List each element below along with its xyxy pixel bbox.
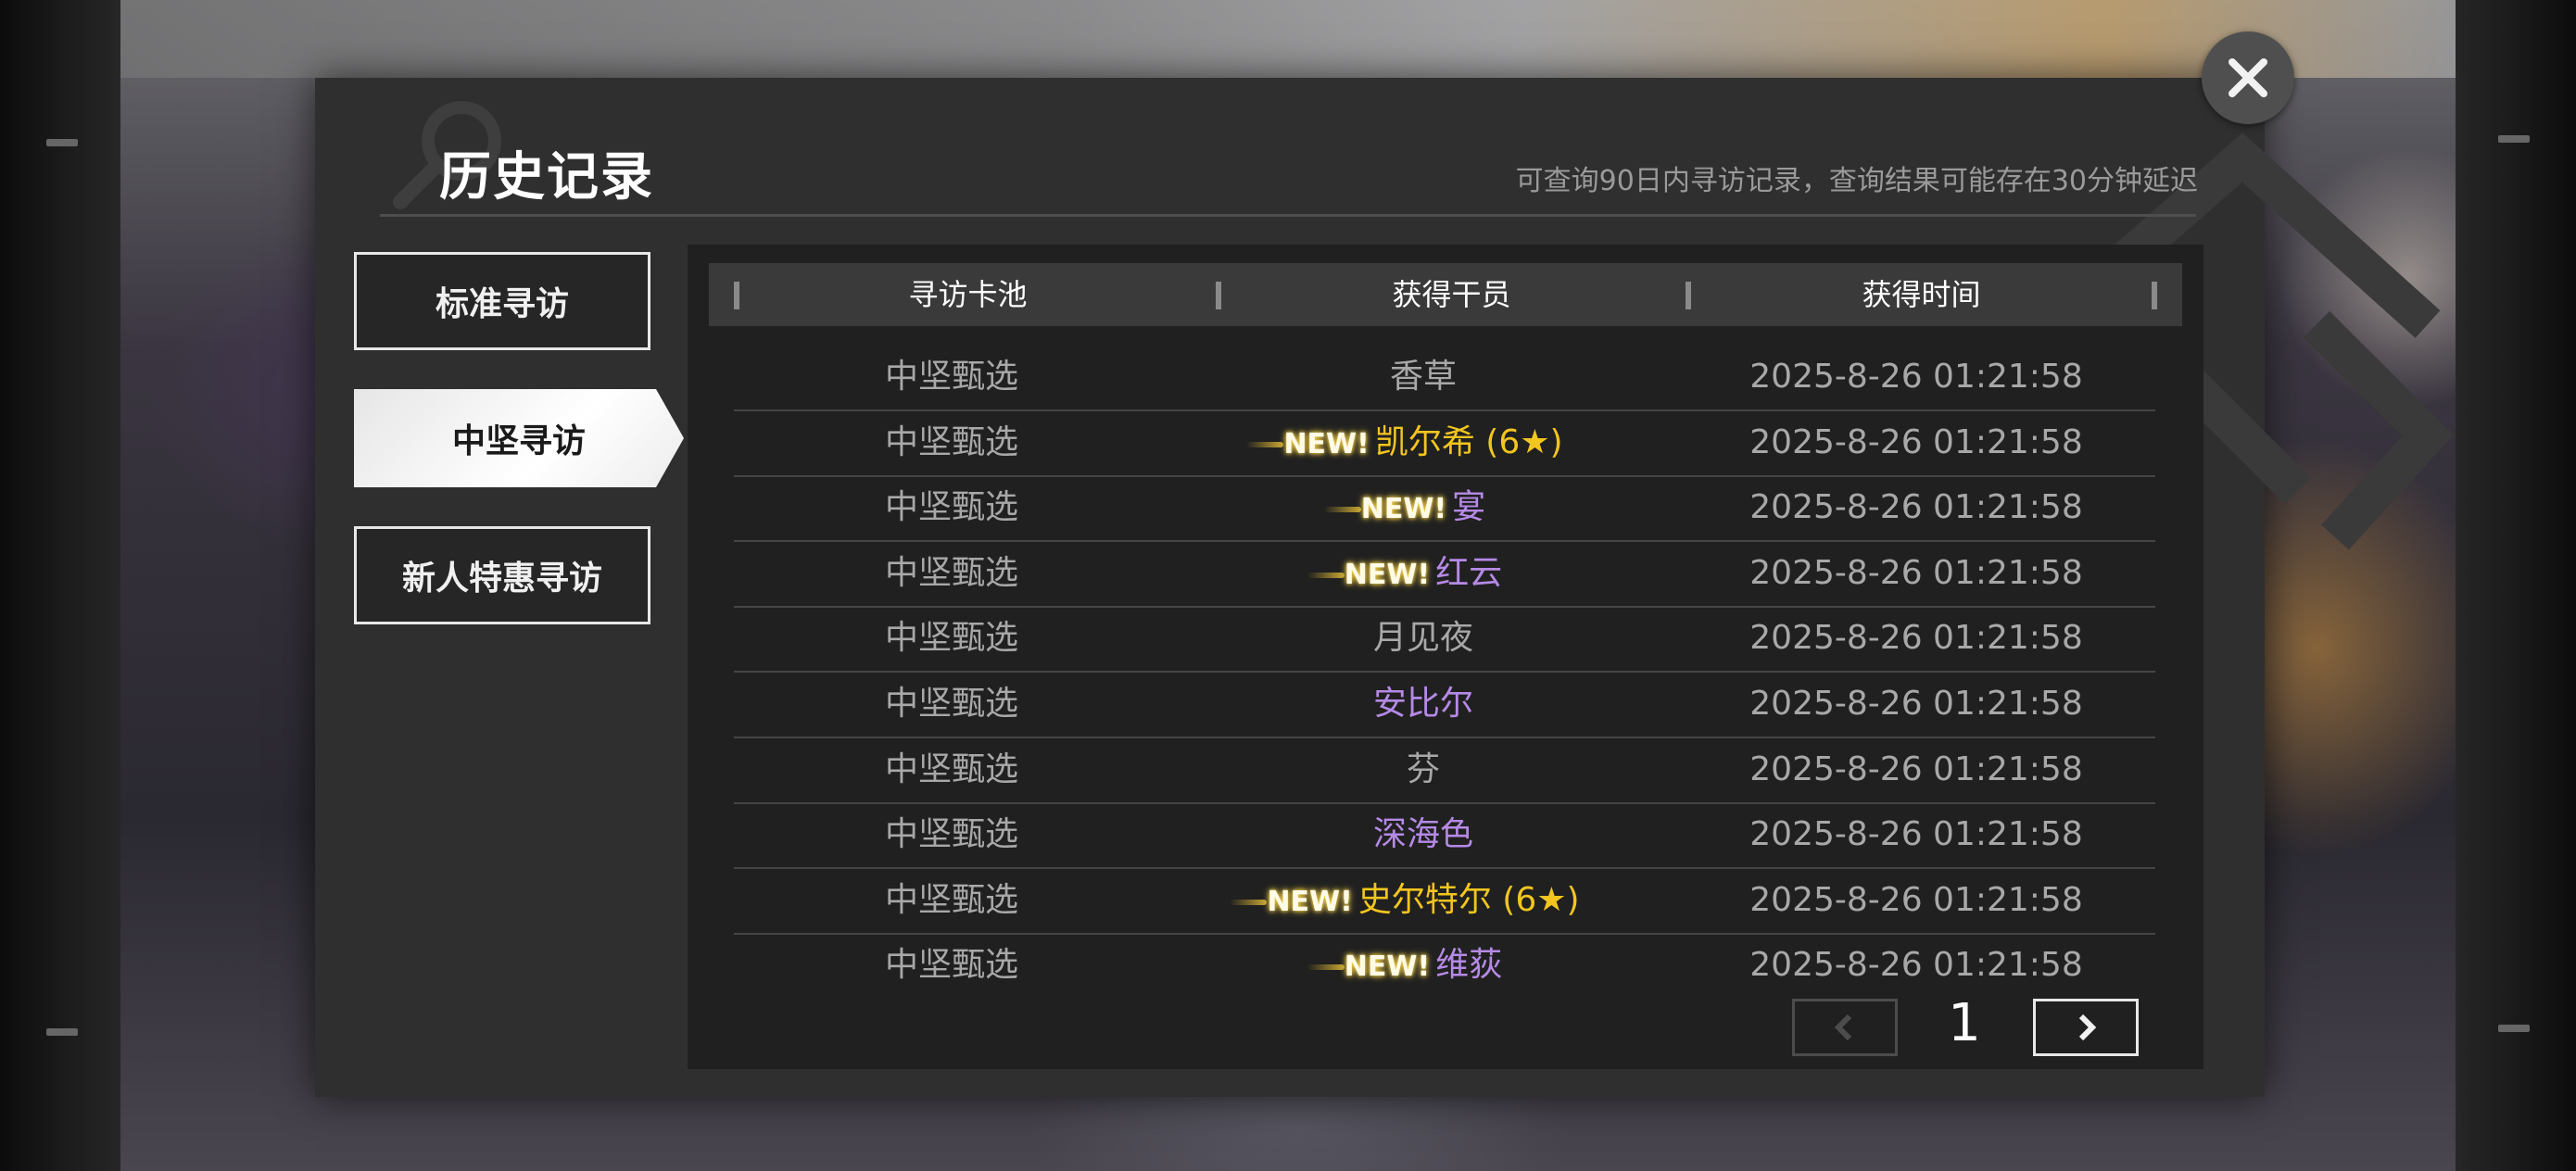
table-row: 中坚甄选 NEW! 史尔特尔 (6★) 2025-8-26 01:21:58 (734, 868, 2155, 935)
right-film-strip (2456, 0, 2576, 1171)
operator-name: 红云 (1435, 553, 1503, 592)
pool-cell: 中坚甄选 (884, 685, 1018, 723)
pool-cell: 中坚甄选 (884, 946, 1018, 985)
operator-name: 香草 (1389, 358, 1457, 396)
table-row: 中坚甄选 月见夜 2025-8-26 01:21:58 (734, 606, 2155, 674)
operator-cell: NEW! 凯尔希 (6★) (1169, 410, 1677, 475)
pool-cell: 中坚甄选 (884, 553, 1018, 592)
tab-mid-tier-headhunting[interactable]: 中坚寻访 (354, 389, 684, 487)
operator-name: 深海色 (1372, 815, 1473, 854)
time-cell: 2025-8-26 01:21:58 (1749, 946, 2083, 985)
operator-cell: 安比尔 (1169, 672, 1677, 737)
time-cell: 2025-8-26 01:21:58 (1749, 619, 2083, 658)
column-header-time: 获得时间 (1862, 277, 1981, 312)
next-page-button[interactable] (2033, 999, 2139, 1056)
new-badge: NEW! (1230, 870, 1353, 935)
operator-cell: NEW! 维荻 (1169, 933, 1677, 998)
tab-label: 新人特惠寻访 (401, 560, 602, 598)
pool-cell: 中坚甄选 (884, 880, 1018, 919)
time-cell: 2025-8-26 01:21:58 (1749, 553, 2083, 592)
chevron-left-icon (1834, 1014, 1852, 1041)
operator-name: 维荻 (1435, 946, 1503, 985)
pool-cell: 中坚甄选 (884, 422, 1018, 461)
operator-cell: NEW! 史尔特尔 (6★) (1169, 868, 1677, 933)
table-header: 寻访卡池 获得干员 获得时间 (709, 263, 2182, 326)
film-mark (46, 139, 78, 146)
time-cell: 2025-8-26 01:21:58 (1749, 685, 2083, 723)
column-header-pool: 寻访卡池 (908, 277, 1028, 312)
film-mark (46, 1028, 78, 1036)
previous-page-button[interactable] (1792, 999, 1898, 1056)
tab-label: 中坚寻访 (451, 422, 586, 460)
pool-cell: 中坚甄选 (884, 358, 1018, 396)
operator-cell: 月见夜 (1169, 606, 1677, 671)
operator-name: 宴 (1452, 488, 1486, 527)
pool-cell: 中坚甄选 (884, 488, 1018, 527)
operator-cell: NEW! 红云 (1169, 541, 1677, 606)
operator-name: 史尔特尔 (6★) (1357, 880, 1580, 919)
new-badge: NEW! (1323, 477, 1446, 542)
film-mark (2498, 1025, 2530, 1032)
operator-cell: 深海色 (1169, 802, 1677, 867)
operator-name: 凯尔希 (6★) (1374, 422, 1563, 461)
time-cell: 2025-8-26 01:21:58 (1749, 749, 2083, 788)
operator-cell: 芬 (1169, 737, 1677, 802)
time-cell: 2025-8-26 01:21:58 (1749, 488, 2083, 527)
column-header-operator: 获得干员 (1392, 277, 1511, 312)
pool-cell: 中坚甄选 (884, 749, 1018, 788)
page-title: 历史记录 (439, 147, 654, 208)
column-separator (2152, 282, 2157, 309)
table-row: 中坚甄选 NEW! 凯尔希 (6★) 2025-8-26 01:21:58 (734, 410, 2155, 477)
close-icon (2229, 58, 2267, 97)
operator-name: 月见夜 (1372, 619, 1473, 658)
pool-cell: 中坚甄选 (884, 815, 1018, 854)
operator-name: 安比尔 (1372, 685, 1473, 723)
chevron-right-icon (2078, 1014, 2097, 1041)
close-button[interactable] (2202, 31, 2294, 124)
table-row: 中坚甄选 NEW! 宴 2025-8-26 01:21:58 (734, 475, 2155, 543)
title-divider (380, 214, 2196, 217)
tab-newbie-headhunting[interactable]: 新人特惠寻访 (354, 526, 650, 624)
film-mark (2498, 135, 2530, 143)
time-cell: 2025-8-26 01:21:58 (1749, 880, 2083, 919)
table-row: 中坚甄选 芬 2025-8-26 01:21:58 (734, 737, 2155, 804)
new-badge: NEW! (1307, 935, 1430, 1000)
pool-cell: 中坚甄选 (884, 619, 1018, 658)
left-film-strip (0, 0, 120, 1171)
table-row: 中坚甄选 NEW! 维荻 2025-8-26 01:21:58 (734, 933, 2155, 998)
current-page-number: 1 (1948, 993, 1981, 1053)
time-cell: 2025-8-26 01:21:58 (1749, 358, 2083, 396)
tab-label: 标准寻访 (435, 285, 569, 323)
time-cell: 2025-8-26 01:21:58 (1749, 422, 2083, 461)
operator-name: 芬 (1406, 749, 1440, 788)
blurred-background-top (120, 0, 2456, 78)
new-badge: NEW! (1307, 543, 1430, 608)
query-notice: 可查询90日内寻访记录，查询结果可能存在30分钟延迟 (1515, 165, 2198, 197)
table-row: 中坚甄选 NEW! 红云 2025-8-26 01:21:58 (734, 541, 2155, 608)
table-row: 中坚甄选 香草 2025-8-26 01:21:58 (734, 345, 2155, 411)
table-row: 中坚甄选 深海色 2025-8-26 01:21:58 (734, 802, 2155, 870)
time-cell: 2025-8-26 01:21:58 (1749, 815, 2083, 854)
operator-cell: NEW! 宴 (1169, 475, 1677, 540)
table-row: 中坚甄选 安比尔 2025-8-26 01:21:58 (734, 672, 2155, 738)
operator-cell: 香草 (1169, 345, 1677, 409)
tab-standard-headhunting[interactable]: 标准寻访 (354, 252, 650, 350)
new-badge: NEW! (1246, 412, 1370, 477)
